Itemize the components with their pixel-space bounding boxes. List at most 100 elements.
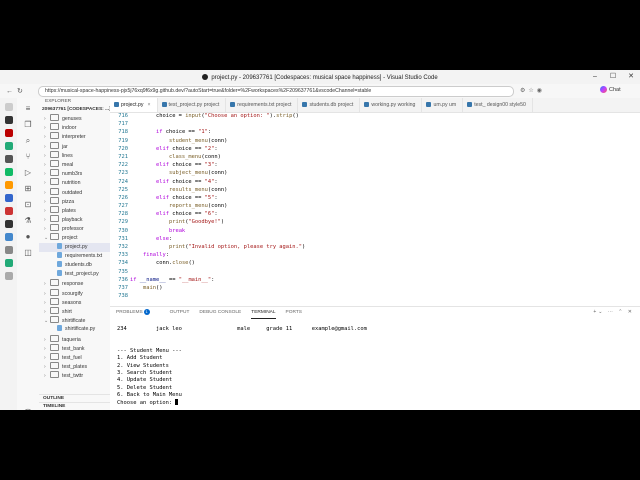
new-terminal-icon[interactable]: +⌄ [593,309,604,315]
folder-item[interactable]: › test_fuel [39,352,110,362]
folder-item[interactable]: › test_twttr [39,371,110,380]
app-icon[interactable] [4,129,13,137]
extensions-icon[interactable]: ⊞ [23,184,33,194]
folder-item[interactable]: › jar [39,141,110,151]
remote-icon[interactable]: ⊡ [23,200,33,210]
python-file-icon [364,101,370,107]
tree-item-label: test_twttr [62,373,84,380]
timeline-section[interactable]: TIMELINE [39,402,110,410]
chat-button[interactable]: Chat [600,86,621,93]
github-icon[interactable] [4,116,13,124]
editor-tab[interactable]: test_ design00 style50 [463,98,533,112]
tree-item-label: shirt [62,308,72,315]
terminal-line: 1. Add Student [117,355,163,362]
folder-item[interactable]: › nutrition [39,178,110,187]
back-icon[interactable]: ← [6,88,17,95]
line-number: 720 [118,145,128,152]
folder-item[interactable]: › shirt [39,306,110,316]
file-item[interactable]: students.db [39,261,110,270]
folder-item[interactable]: › plates [39,205,110,215]
folder-item[interactable]: › pizza [39,196,110,206]
tree-item-label: seasons [62,299,82,306]
workspace-root[interactable]: 209637761 [CODESPACES: ...] [39,106,110,114]
url-field[interactable]: https://musical-space-happiness-pjx5j76x… [38,86,514,97]
minimize-button[interactable]: – [586,70,604,84]
editor-tab[interactable]: project.py × [110,98,158,112]
folder-item[interactable]: › interpreter [39,132,110,141]
folder-item[interactable]: ⌄ project [39,233,110,242]
window-title: project.py - 209637761 [Codespaces: musi… [211,74,438,81]
folder-item[interactable]: › scourgify [39,288,110,298]
search-icon[interactable]: ⌕ [23,136,33,146]
maximize-panel-icon[interactable]: ⌃ [618,309,624,315]
panel-tab-output[interactable]: OUTPUT [170,307,190,319]
folder-item[interactable]: › numb3rs [39,169,110,178]
folder-item[interactable]: › seasons [39,297,110,307]
run-debug-icon[interactable]: ▷ [23,168,33,178]
github-icon[interactable]: ● [23,232,33,242]
folder-item[interactable]: › meal [39,159,110,169]
file-item[interactable]: shirtificate.py [39,325,110,334]
app-icon[interactable] [4,207,13,215]
close-button[interactable]: ✕ [622,70,640,84]
testing-icon[interactable]: ⚗ [23,216,33,226]
app-icon[interactable] [4,259,13,267]
maximize-button[interactable]: ☐ [604,70,622,84]
app-icon[interactable] [4,233,13,241]
folder-item[interactable]: › lines [39,150,110,160]
close-tab-icon[interactable]: × [148,102,151,108]
profile-icon[interactable]: ◉ [537,88,545,94]
app-icon[interactable] [4,142,13,150]
editor-tab[interactable]: working.py working [360,98,423,112]
code-editor[interactable]: 716 choice = input("Choose an option: ")… [110,112,640,306]
terminal-line: 4. Update Student [117,377,173,384]
panel-tab-ports[interactable]: PORTS [286,307,302,319]
tree-item-label: nutrition [62,180,81,187]
folder-item[interactable]: › genuses [39,114,110,123]
editor-area: project.py × test_project.py project requir… [110,98,640,410]
folder-item[interactable]: › test_bank [39,343,110,353]
app-icon[interactable] [4,194,13,202]
app-icon[interactable] [4,246,13,254]
folder-item[interactable]: › taqueria [39,334,110,344]
file-item[interactable]: requirements.txt [39,251,110,261]
folder-item[interactable]: › playback [39,215,110,224]
refresh-icon[interactable]: ↻ [17,88,27,95]
app-icon[interactable] [4,220,13,228]
search-icon[interactable] [4,103,13,111]
menu-icon[interactable]: ≡ [23,104,33,114]
more-icon[interactable]: ⋯ [608,309,615,315]
editor-tab[interactable]: requirements.txt project [226,98,299,112]
file-item[interactable]: test_project.py [39,270,110,279]
folder-item[interactable]: › indoor [39,123,110,132]
source-control-icon[interactable]: ⑂ [23,152,33,162]
panel-tab-problems[interactable]: PROBLEMS 1 [116,307,160,319]
line-number: 730 [118,227,128,234]
favorites-icon[interactable]: ☆ [528,88,536,94]
file-item[interactable]: project.py [39,242,110,252]
docker-icon[interactable]: ◫ [23,248,33,258]
settings-icon[interactable] [4,272,13,280]
explorer-icon[interactable]: ❐ [23,120,33,130]
editor-tab[interactable]: test_project.py project [158,98,227,112]
folder-item[interactable]: ⌄ shirtificate [39,316,110,325]
folder-icon [50,233,59,241]
folder-item[interactable]: › response [39,279,110,288]
terminal-output[interactable]: 234 jack leo male grade 11 example@gmail… [110,319,640,407]
editor-tab[interactable]: um.py um [422,98,464,112]
folder-item[interactable]: › test_plates [39,362,110,371]
close-panel-icon[interactable]: ✕ [628,309,634,315]
folder-item[interactable]: › outdated [39,187,110,197]
editor-tab[interactable]: students.db project [298,98,361,112]
line-number: 731 [118,235,128,242]
tree-item-label: project [62,235,78,242]
line-number: 718 [118,129,128,136]
panel-tab-terminal[interactable]: TERMINAL [251,307,276,319]
folder-item[interactable]: › professor [39,224,110,233]
code-line: 733 finally: [110,251,640,259]
panel-tab-debug-console[interactable]: DEBUG CONSOLE [199,307,241,319]
app-icon[interactable] [4,181,13,189]
accounts-icon[interactable]: ◯ [23,408,33,410]
app-icon[interactable] [4,168,13,176]
app-icon[interactable] [4,155,13,163]
